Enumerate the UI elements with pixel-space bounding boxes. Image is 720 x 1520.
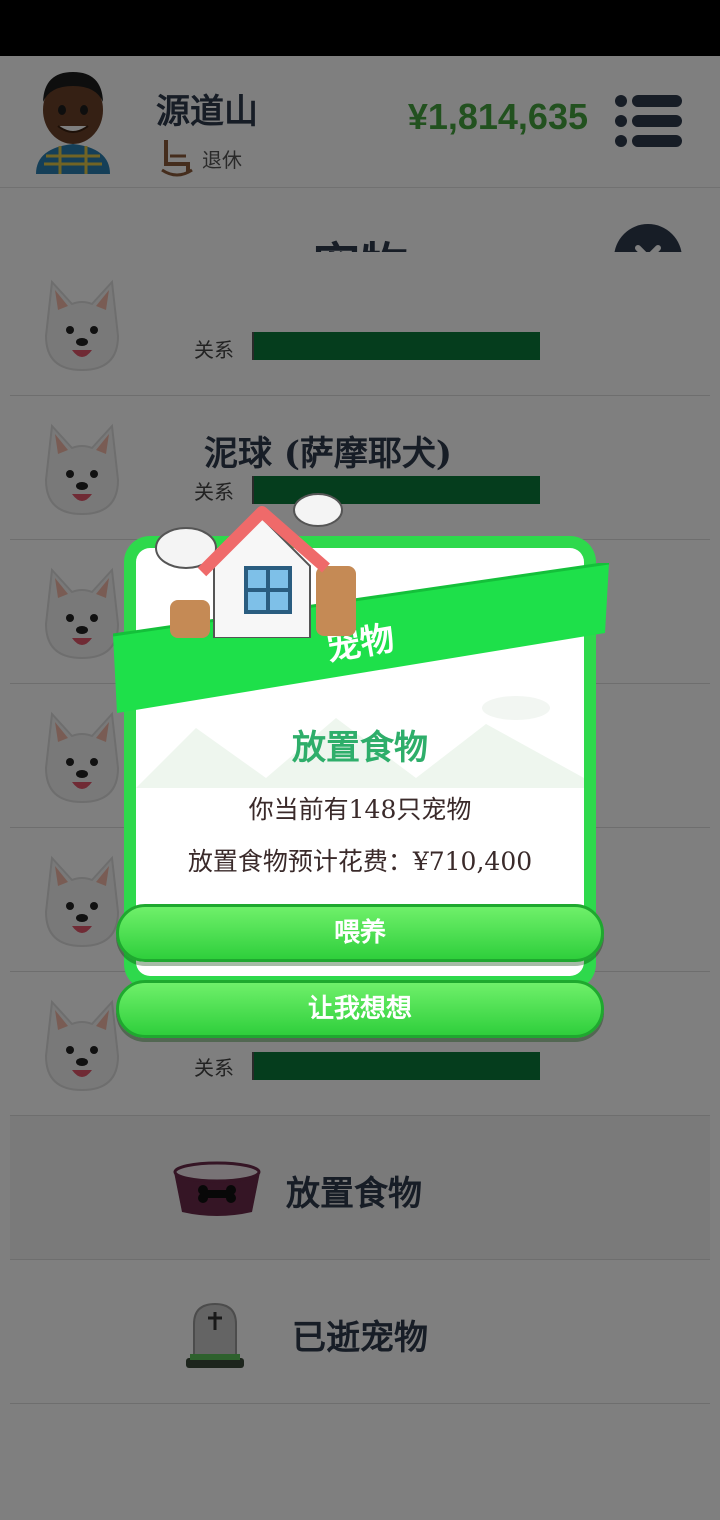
dialog-subtitle: 放置食物	[292, 728, 428, 768]
feed-button[interactable]: 喂养	[116, 904, 604, 962]
pet-count-text: 你当前有148只宠物	[248, 795, 472, 824]
house-icon	[155, 493, 356, 638]
food-cost-text: 放置食物预计花费：¥710,400	[187, 847, 533, 876]
status-bar	[0, 0, 720, 56]
cancel-button[interactable]: 让我想想	[116, 980, 604, 1038]
